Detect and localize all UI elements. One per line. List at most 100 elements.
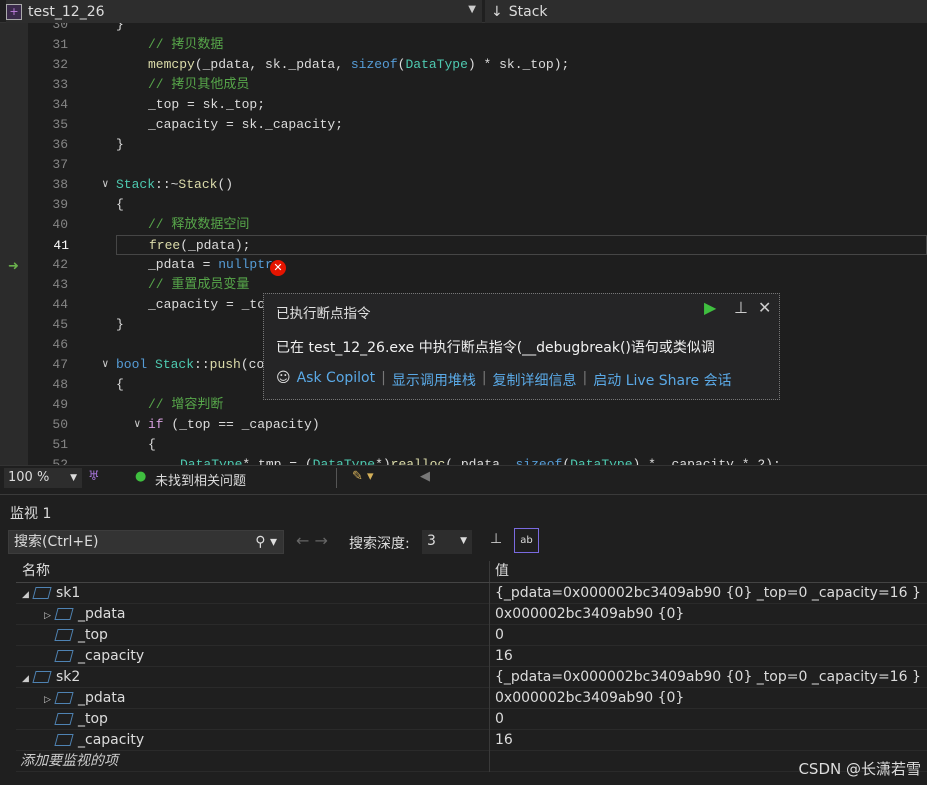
intellicode-icon[interactable]: ♅ [88,469,100,484]
watch-row[interactable]: ◢ sk1 {_pdata=0x000002bc3409ab90 {0} _top=… [16,583,927,604]
watch-value[interactable]: 16 [495,730,513,751]
watch-title: 监视 1 [10,506,52,522]
watch-row[interactable]: _capacity 16 [16,646,927,667]
code-line[interactable]: 33 // 拷贝其他成员 [0,75,927,95]
search-input[interactable]: 搜索(Ctrl+E) ⚲ ▾ [8,530,284,554]
code-line[interactable]: 40 // 释放数据空间 [0,215,927,235]
code-line[interactable]: 37 [0,155,927,175]
code-token: push [209,357,241,372]
code-token: DataType [312,457,376,465]
code-token: // 重置成员变量 [148,277,250,292]
watch-name: sk2 [56,669,81,685]
watch-name-cell: _capacity [16,646,490,667]
code-token: { [148,437,156,452]
code-token: _pdata = [148,257,219,272]
code-token: _capacity = sk._capacity; [148,117,344,132]
watch-value[interactable]: {_pdata=0x000002bc3409ab90 {0} _top=0 _c… [495,667,921,688]
watch-row[interactable]: ▷ _pdata 0x000002bc3409ab90 {0} [16,604,927,625]
watch-value[interactable]: 0x000002bc3409ab90 {0} [495,688,684,709]
code-token: DataType [405,57,468,72]
code-text: // 增容判断 [148,395,223,415]
back-arrow-icon[interactable]: ← [296,531,309,550]
pin-ab-icon[interactable]: ab [514,528,539,553]
code-line[interactable]: 39 { [0,195,927,215]
watch-value[interactable]: 16 [495,646,513,667]
fold-chevron-icon[interactable]: ∨ [102,175,109,195]
fold-chevron-icon[interactable]: ∨ [134,415,141,435]
watch-name: sk1 [56,585,81,601]
arrow-down-icon: ↓ [491,3,503,20]
code-token: sizeof [515,457,563,465]
search-icon[interactable]: ⚲ ▾ [255,531,277,553]
watch-value[interactable]: 0x000002bc3409ab90 {0} [495,604,684,625]
live-share-link[interactable]: 启动 Live Share 会话 [593,370,731,390]
search-placeholder: 搜索(Ctrl+E) [14,534,99,550]
watch-row[interactable]: _top 0 [16,709,927,730]
exception-popup: 已执行断点指令 ▶ ⊥ ✕ 已在 test_12_26.exe 中执行断点指令(… [263,293,780,400]
close-icon[interactable]: ✕ [758,298,771,317]
fold-chevron-icon[interactable]: ∨ [102,355,109,375]
code-line[interactable]: 32 memcpy(_pdata, sk._pdata, sizeof(DataT… [0,55,927,75]
issues-status[interactable]: 未找到相关问题 [155,470,246,489]
continue-icon[interactable]: ▶ [704,298,716,317]
code-line[interactable]: 42 _pdata = nullptr [0,255,927,275]
error-icon: ✕ [270,260,286,276]
code-text: DataType* tmp = (DataType*)realloc(_pdat… [180,455,781,465]
watch-row[interactable]: ◢ sk2 {_pdata=0x000002bc3409ab90 {0} _top=… [16,667,927,688]
private-field-icon [54,650,74,662]
watch-row[interactable]: _top 0 [16,625,927,646]
line-number: 47 [52,357,68,372]
zoom-dropdown[interactable]: 100 % ▼ [4,468,82,488]
code-token: * tmp = ( [242,457,313,465]
code-line[interactable]: 43 // 重置成员变量 [0,275,927,295]
watch-row[interactable]: ▷ _pdata 0x000002bc3409ab90 {0} [16,688,927,709]
code-token: ) * sk._top); [467,57,570,72]
divider: | [582,370,588,386]
code-text: Stack::~Stack() [116,175,233,195]
project-name: test_12_26 [28,3,105,20]
cleanup-brush-icon[interactable]: ✎ ▾ [352,469,374,484]
watch-value[interactable]: 0 [495,625,504,646]
code-line[interactable]: 50 ∨ if (_top == _capacity) [0,415,927,435]
column-header-name[interactable]: 名称 [16,561,490,582]
watch-panel: 监视 1 搜索(Ctrl+E) ⚲ ▾ ← → 搜索深度: 3 ▼ ⊥ ab 名称 … [0,494,927,785]
line-number: 40 [52,217,68,232]
line-number: 49 [52,397,68,412]
ask-copilot-link[interactable]: Ask Copilot [297,370,376,390]
add-watch-row[interactable]: 添加要监视的项 [16,751,927,772]
copilot-icon: ☺ [276,370,291,386]
scroll-left-icon[interactable]: ◀ [420,469,430,484]
add-watch-placeholder[interactable]: 添加要监视的项 [16,751,490,772]
navigation-bar: + test_12_26 ▼ ↓ Stack [0,0,927,23]
code-line[interactable]: 34 _top = sk._top; [0,95,927,115]
scope-dropdown[interactable]: ↓ Stack [485,0,927,23]
line-number: 35 [52,117,68,132]
code-editor[interactable]: 30} 31 // 拷贝数据 32 memcpy(_pdata, sk._pdata, … [0,23,927,465]
forward-arrow-icon[interactable]: → [315,531,328,550]
watch-value[interactable]: 0 [495,709,504,730]
code-line[interactable]: 52 DataType* tmp = (DataType*)realloc(_pd… [0,455,927,465]
code-line[interactable]: 41 free(_pdata); [53,235,927,255]
pin-icon[interactable]: ⊥ [734,298,748,317]
watch-name: _pdata [78,606,126,622]
code-line[interactable]: 51 { [0,435,927,455]
show-call-stack-link[interactable]: 显示调用堆栈 [392,370,476,390]
code-line[interactable]: 35 _capacity = sk._capacity; [0,115,927,135]
code-line[interactable]: 36} [0,135,927,155]
watch-name: _pdata [78,690,126,706]
copy-details-link[interactable]: 复制详细信息 [493,370,577,390]
code-line[interactable]: 31 // 拷贝数据 [0,35,927,55]
search-depth-dropdown[interactable]: 3 ▼ [422,530,472,554]
watch-value[interactable]: {_pdata=0x000002bc3409ab90 {0} _top=0 _c… [495,583,921,604]
column-header-value[interactable]: 值 [495,561,509,582]
code-line[interactable]: 38 ∨ Stack::~Stack() [0,175,927,195]
line-number: 36 [52,137,68,152]
watch-row[interactable]: _capacity 16 [16,730,927,751]
line-number: 50 [52,417,68,432]
code-token: } [116,23,124,32]
code-line[interactable]: 30} [0,23,927,35]
code-text: // 释放数据空间 [148,215,249,235]
code-token: ) * _capacity * 2); [632,457,781,465]
pin-filter-icon[interactable]: ⊥ [490,531,502,547]
project-dropdown[interactable]: + test_12_26 ▼ [6,0,482,23]
